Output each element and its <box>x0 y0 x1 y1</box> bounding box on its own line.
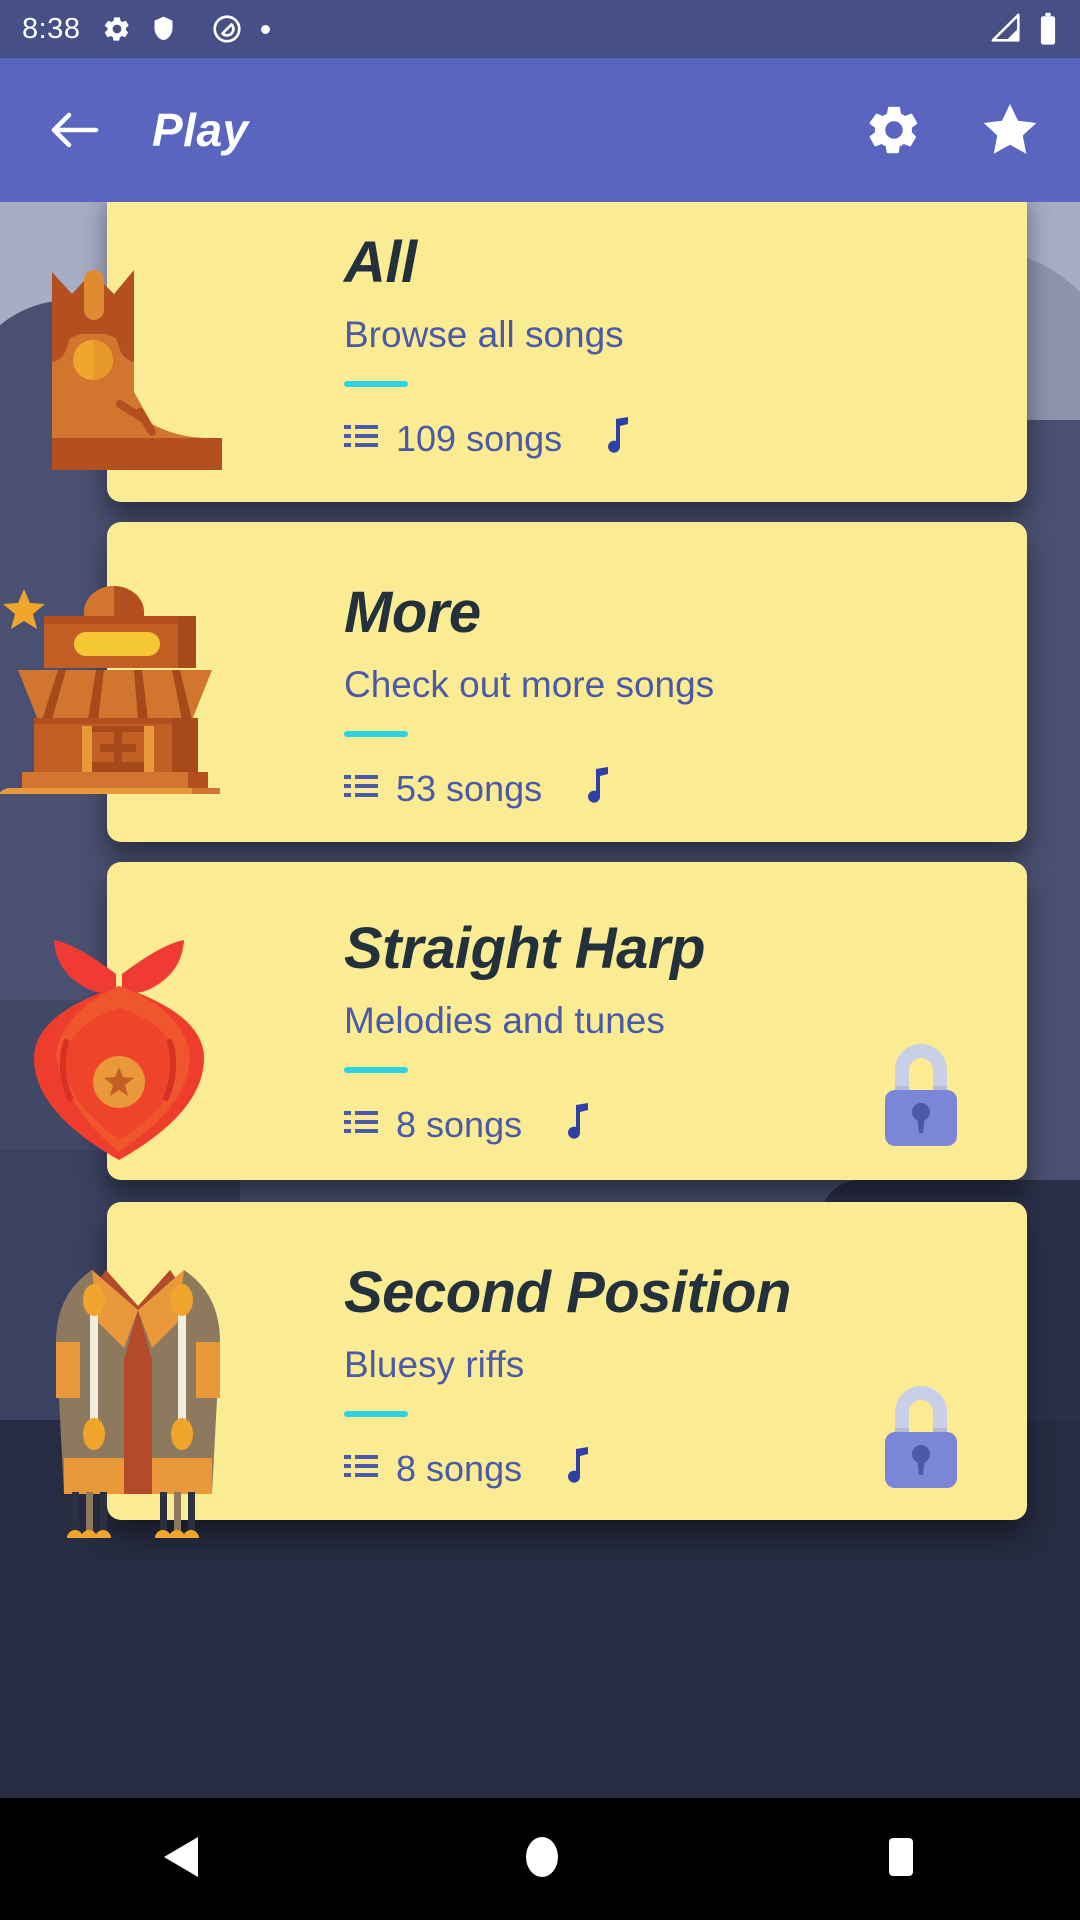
category-card-list[interactable]: All Browse all songs 109 songs More Chec… <box>0 184 1080 1802</box>
status-bar: 8:38 <box>0 0 1080 58</box>
system-nav-bar <box>0 1798 1080 1920</box>
gear-icon <box>102 14 132 44</box>
settings-gear-icon[interactable] <box>862 98 926 162</box>
cowboy-boot-art <box>0 242 240 472</box>
page-title: Play <box>152 104 249 156</box>
card-title: Second Position <box>344 1260 791 1325</box>
list-icon <box>344 423 378 454</box>
battery-icon <box>1038 12 1058 46</box>
dot-icon <box>261 24 271 34</box>
cellular-signal-icon <box>990 12 1024 46</box>
do-not-disturb-icon <box>211 13 243 45</box>
card-title: All <box>344 230 417 295</box>
music-note-icon <box>586 767 612 810</box>
card-song-count: 109 songs <box>396 417 563 459</box>
nav-home-icon[interactable] <box>521 1833 563 1886</box>
card-accent-rule <box>344 1411 408 1417</box>
card-subtitle: Browse all songs <box>344 314 624 355</box>
card-song-count: 53 songs <box>396 767 543 809</box>
card-meta: 8 songs <box>344 1447 791 1490</box>
card-accent-rule <box>344 381 408 387</box>
nav-recents-icon[interactable] <box>880 1833 922 1886</box>
nav-back-icon[interactable] <box>158 1833 204 1886</box>
card-more[interactable]: More Check out more songs 53 songs <box>107 522 1027 842</box>
card-subtitle: Melodies and tunes <box>344 1000 665 1041</box>
app-bar-actions <box>862 98 1042 162</box>
favorites-star-icon[interactable] <box>978 98 1042 162</box>
card-song-count: 8 songs <box>396 1447 523 1489</box>
list-icon <box>344 1109 378 1140</box>
card-song-count: 8 songs <box>396 1103 523 1145</box>
card-subtitle: Check out more songs <box>344 664 715 705</box>
card-all[interactable]: All Browse all songs 109 songs <box>107 184 1027 502</box>
app-screen: All Browse all songs 109 songs More Chec… <box>0 0 1080 1920</box>
lock-icon <box>877 1380 965 1495</box>
card-accent-rule <box>344 1067 408 1073</box>
status-system-icons <box>990 12 1058 46</box>
card-meta: 8 songs <box>344 1103 705 1146</box>
saloon-building-art <box>0 574 236 816</box>
music-note-icon <box>566 1103 592 1146</box>
card-subtitle: Bluesy riffs <box>344 1344 525 1385</box>
list-icon <box>344 773 378 804</box>
card-meta: 53 songs <box>344 767 714 810</box>
music-note-icon <box>566 1447 592 1490</box>
music-note-icon <box>606 417 632 460</box>
card-straight-harp[interactable]: Straight Harp Melodies and tunes 8 songs <box>107 862 1027 1180</box>
shield-icon <box>150 14 177 44</box>
card-title: More <box>344 580 481 645</box>
card-accent-rule <box>344 731 408 737</box>
card-title: Straight Harp <box>344 916 705 981</box>
back-arrow-icon[interactable] <box>38 94 110 166</box>
lock-icon <box>877 1038 965 1153</box>
status-time: 8:38 <box>22 12 81 45</box>
list-icon <box>344 1453 378 1484</box>
vest-art <box>28 1248 248 1546</box>
app-bar: Play <box>0 58 1080 202</box>
bandana-art <box>4 912 234 1162</box>
card-meta: 109 songs <box>344 417 632 460</box>
status-notification-icons <box>102 13 271 45</box>
